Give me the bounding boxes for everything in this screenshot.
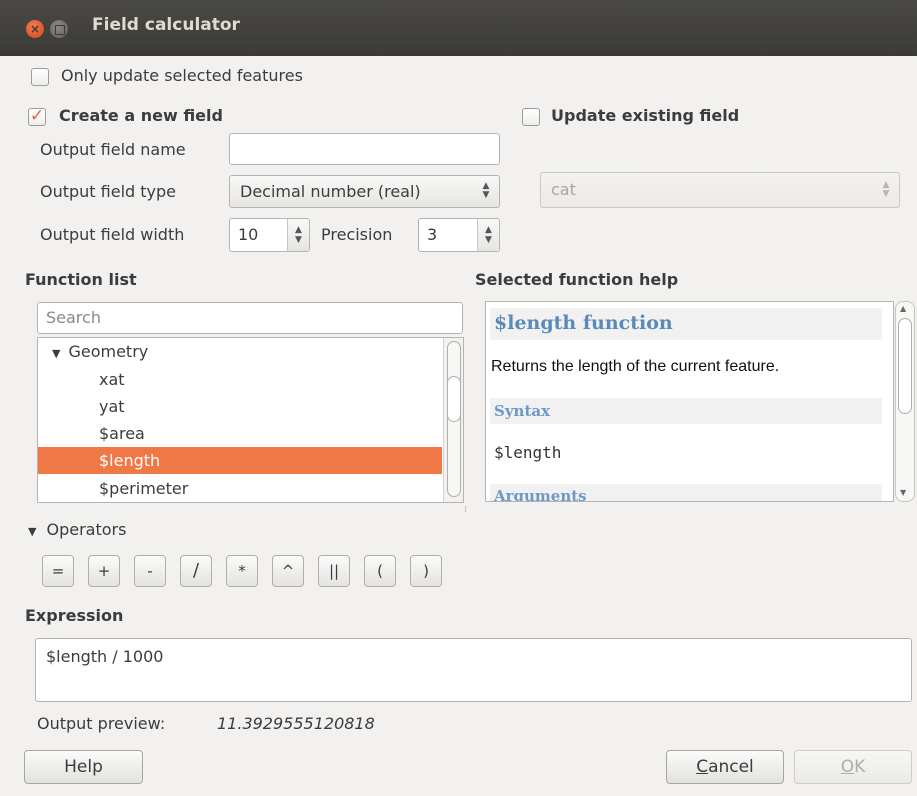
function-help-panel: $length function Returns the length of t… bbox=[485, 301, 894, 502]
output-field-type-select[interactable]: Decimal number (real) ▲ ▼ bbox=[229, 175, 500, 208]
updown-arrows-icon: ▲ ▼ bbox=[882, 180, 890, 199]
create-field-label[interactable]: Create a new field bbox=[59, 106, 223, 125]
function-item[interactable]: $area bbox=[38, 420, 442, 447]
function-tree[interactable]: ▼ Geometry xat yat $area $length $perimet… bbox=[37, 337, 464, 503]
help-button[interactable]: Help bbox=[24, 750, 143, 784]
scroll-down-icon[interactable]: ▼ bbox=[900, 488, 906, 497]
function-search-input[interactable]: Search bbox=[37, 302, 463, 334]
minimize-icon[interactable] bbox=[50, 20, 68, 38]
expand-arrow-icon[interactable]: ▼ bbox=[28, 525, 36, 538]
help-arguments-heading: Arguments bbox=[494, 487, 587, 502]
output-field-type-label: Output field type bbox=[40, 182, 177, 201]
scroll-thumb[interactable] bbox=[898, 318, 912, 414]
tree-group-label: Geometry bbox=[68, 342, 149, 361]
function-help-heading: Selected function help bbox=[475, 270, 679, 289]
operator-open-paren-button[interactable]: ( bbox=[364, 555, 396, 587]
scroll-up-icon[interactable]: ▲ bbox=[900, 304, 906, 313]
create-field-checkbox[interactable]: ✓ bbox=[28, 108, 46, 126]
operator-equals-button[interactable]: = bbox=[42, 555, 74, 587]
window-title: Field calculator bbox=[92, 15, 240, 35]
function-item[interactable]: $perimeter bbox=[38, 475, 442, 502]
help-syntax-heading: Syntax bbox=[494, 402, 551, 420]
output-field-type-value: Decimal number (real) bbox=[240, 182, 421, 201]
expand-arrow-icon[interactable]: ▼ bbox=[52, 347, 60, 360]
expression-editor[interactable]: $length / 1000 bbox=[35, 638, 912, 702]
output-field-name-label: Output field name bbox=[40, 140, 186, 159]
output-field-width-spinbox[interactable]: 10 ▲ ▼ bbox=[229, 218, 310, 252]
spin-arrows-icon[interactable]: ▲ ▼ bbox=[287, 219, 309, 251]
operator-plus-button[interactable]: + bbox=[88, 555, 120, 587]
operator-concat-button[interactable]: || bbox=[318, 555, 350, 587]
only-selected-checkbox[interactable] bbox=[31, 68, 49, 86]
operator-multiply-button[interactable]: * bbox=[226, 555, 258, 587]
only-selected-label[interactable]: Only update selected features bbox=[61, 66, 303, 85]
operator-close-paren-button[interactable]: ) bbox=[410, 555, 442, 587]
tree-group-geometry[interactable]: ▼ Geometry bbox=[38, 338, 442, 365]
operator-power-button[interactable]: ^ bbox=[272, 555, 304, 587]
precision-spinbox[interactable]: 3 ▲ ▼ bbox=[418, 218, 500, 252]
expression-heading: Expression bbox=[25, 606, 124, 625]
cancel-button[interactable]: Cancel bbox=[666, 750, 784, 784]
update-existing-checkbox[interactable] bbox=[522, 108, 540, 126]
existing-field-value: cat bbox=[551, 180, 576, 199]
ok-button[interactable]: OK bbox=[794, 750, 912, 784]
help-description: Returns the length of the current featur… bbox=[491, 358, 780, 375]
update-existing-label[interactable]: Update existing field bbox=[551, 106, 739, 125]
help-scrollbar[interactable]: ▲ ▼ bbox=[895, 301, 915, 502]
precision-label: Precision bbox=[321, 225, 393, 244]
function-item[interactable]: yat bbox=[38, 393, 442, 420]
spin-arrows-icon[interactable]: ▲ ▼ bbox=[477, 219, 499, 251]
title-bar: × Field calculator bbox=[0, 0, 917, 56]
scroll-thumb[interactable] bbox=[447, 376, 461, 422]
operator-divide-button[interactable]: / bbox=[180, 555, 212, 587]
resize-grip-icon[interactable]: ⁞ bbox=[464, 505, 467, 515]
operators-toggle[interactable]: ▼ Operators bbox=[28, 520, 126, 539]
help-title: $length function bbox=[494, 312, 673, 334]
output-preview-value: 11.3929555120818 bbox=[217, 714, 375, 733]
output-field-name-input[interactable] bbox=[229, 133, 500, 165]
function-item[interactable]: xat bbox=[38, 366, 442, 393]
operator-minus-button[interactable]: - bbox=[134, 555, 166, 587]
output-preview-label: Output preview: bbox=[37, 714, 166, 733]
updown-arrows-icon: ▲ ▼ bbox=[482, 181, 490, 200]
close-icon[interactable]: × bbox=[26, 20, 44, 38]
function-list-heading: Function list bbox=[25, 270, 137, 289]
output-field-width-label: Output field width bbox=[40, 225, 185, 244]
output-field-width-value: 10 bbox=[238, 225, 259, 244]
function-list-scrollbar[interactable] bbox=[443, 338, 463, 502]
existing-field-select[interactable]: cat ▲ ▼ bbox=[540, 172, 900, 208]
operators-label: Operators bbox=[46, 520, 127, 539]
help-syntax-code: $length bbox=[494, 443, 562, 462]
precision-value: 3 bbox=[427, 225, 438, 244]
function-item-selected[interactable]: $length bbox=[38, 447, 442, 474]
